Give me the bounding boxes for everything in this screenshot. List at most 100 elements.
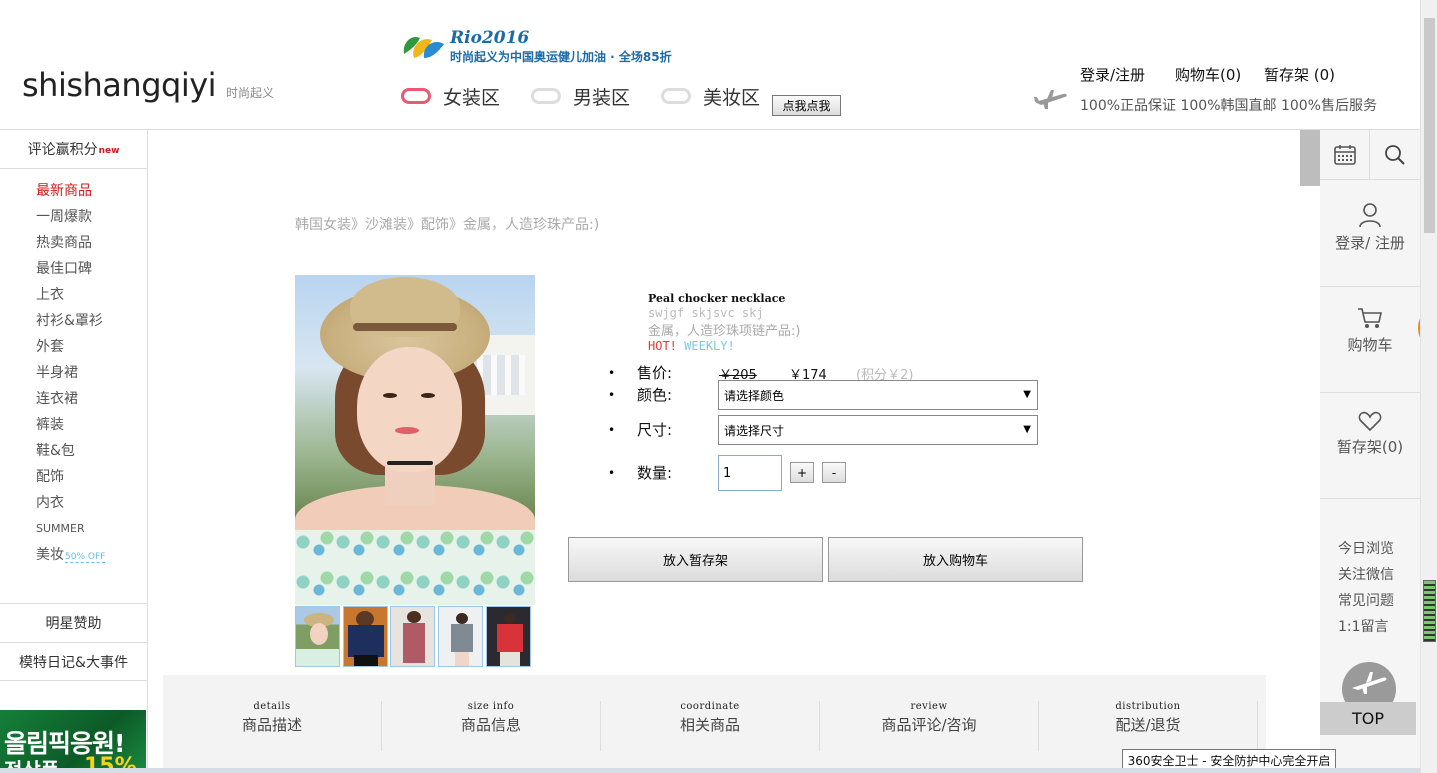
quantity-input[interactable] — [718, 455, 782, 491]
olympic-promo-banner[interactable]: 올림픽응원! 전상품 15% — [0, 710, 146, 773]
tab-zh-label: 商品信息 — [460, 716, 521, 734]
sidebar-item-shoes-bags[interactable]: 鞋&包 — [36, 440, 105, 466]
category-men[interactable]: 男装区 — [531, 84, 631, 109]
pill-icon — [661, 88, 691, 104]
rail-link-message[interactable]: 1:1留言 — [1338, 616, 1394, 642]
site-logo[interactable]: shishangqiyi — [22, 66, 217, 104]
tab-distribution[interactable]: distribution 配送/退货 — [1039, 701, 1258, 751]
cart-link[interactable]: 购物车(0) — [1175, 64, 1241, 85]
tab-en-label: coordinate — [680, 701, 740, 712]
photo-eye — [383, 393, 397, 398]
product-code: swjgf skjsvc skj — [648, 306, 764, 320]
breadcrumb[interactable]: 韩国女装》沙滩装》配饰》金属，人造珍珠产品:) — [295, 214, 599, 234]
product-thumbnail[interactable] — [438, 606, 483, 667]
rail-handle[interactable] — [1300, 130, 1320, 186]
rail-divider — [1320, 498, 1420, 499]
plane-icon — [1034, 90, 1067, 109]
click-me-button[interactable]: 点我点我 — [772, 95, 841, 116]
detail-tabbar: details 商品描述 size info 商品信息 coordinate 相… — [163, 675, 1266, 773]
quantity-minus-button[interactable]: - — [822, 462, 846, 483]
rail-login[interactable]: 登录/ 注册 — [1320, 202, 1420, 253]
dropdown-arrow-icon: ▼ — [1023, 424, 1031, 435]
login-link[interactable]: 登录/注册 — [1080, 64, 1145, 85]
photo-dress — [295, 530, 535, 605]
tab-details[interactable]: details 商品描述 — [163, 701, 382, 751]
photo-hat-band — [353, 323, 457, 331]
product-thumbnail[interactable] — [343, 606, 388, 667]
search-icon — [1385, 144, 1405, 165]
cart-icon — [1358, 308, 1382, 328]
bullet: • — [608, 366, 616, 380]
tab-en-label: distribution — [1115, 701, 1181, 712]
rail-wishlist[interactable]: 暂存架(0) — [1320, 410, 1420, 457]
product-thumbnail[interactable] — [390, 606, 435, 667]
color-label: 颜色: — [637, 386, 673, 404]
olympic-banner[interactable]: Rio2016 时尚起义为中国奥运健儿加油 · 全场85折 — [400, 28, 710, 66]
tab-size-info[interactable]: size info 商品信息 — [382, 701, 601, 751]
product-main-image[interactable] — [295, 275, 535, 605]
size-select-value: 请选择尺寸 — [724, 423, 785, 438]
scroll-thumb[interactable] — [1424, 18, 1435, 233]
taskbar-strip — [0, 768, 1420, 773]
sidebar-item-accessories[interactable]: 配饰 — [36, 466, 105, 492]
tab-coordinate[interactable]: coordinate 相关商品 — [601, 701, 820, 751]
model-diary-link[interactable]: 模特日记&大事件 — [0, 642, 147, 681]
sidebar-item-tops[interactable]: 上衣 — [36, 284, 105, 310]
category-label: 男装区 — [573, 86, 631, 109]
sidebar-item-best[interactable]: 最佳口碑 — [36, 258, 105, 284]
quantity-plus-button[interactable]: + — [790, 462, 814, 483]
pill-icon — [531, 88, 561, 104]
product-thumbnail[interactable] — [486, 606, 531, 667]
page-scrollbar[interactable] — [1420, 0, 1437, 773]
sidebar-item-beauty[interactable]: 美妆50% OFF — [36, 544, 106, 570]
add-to-cart-button[interactable]: 放入购物车 — [828, 537, 1083, 582]
category-label: 美妆区 — [703, 86, 761, 109]
back-to-top-button[interactable]: TOP — [1320, 702, 1416, 735]
sidebar-item-summer[interactable]: SUMMER — [36, 518, 105, 544]
category-beauty[interactable]: 美妆区 — [661, 84, 761, 109]
sidebar-item-pants[interactable]: 裤装 — [36, 414, 105, 440]
photo-lips — [395, 427, 419, 434]
plane-icon — [1352, 672, 1387, 694]
tab-zh-label: 相关商品 — [679, 716, 740, 734]
tab-zh-label: 商品描述 — [241, 716, 302, 734]
sidebar-item-outer[interactable]: 外套 — [36, 336, 105, 362]
product-thumbnail[interactable] — [295, 606, 340, 667]
photo-choker — [387, 461, 433, 465]
size-label: 尺寸: — [637, 421, 673, 439]
category-women[interactable]: 女装区 — [401, 84, 501, 109]
sidebar-item-underwear[interactable]: 内衣 — [36, 492, 105, 518]
wishlist-link[interactable]: 暂存架 (0) — [1264, 64, 1335, 85]
comment-link-label: 评论赢积分 — [27, 142, 98, 158]
product-name: Peal chocker necklace — [648, 292, 786, 305]
bullet: • — [608, 466, 616, 480]
size-select[interactable]: 请选择尺寸 ▼ — [718, 415, 1038, 445]
rail-link-recent[interactable]: 今日浏览 — [1338, 538, 1394, 564]
sidebar-item-weekly[interactable]: 一周爆款 — [36, 206, 105, 232]
rail-link-faq[interactable]: 常见问题 — [1338, 590, 1394, 616]
rail-divider — [1320, 286, 1420, 287]
sidebar-item-hot[interactable]: 热卖商品 — [36, 232, 105, 258]
sidebar-item-dresses[interactable]: 连衣裙 — [36, 388, 105, 414]
heart-icon — [1358, 411, 1382, 432]
search-button[interactable] — [1370, 130, 1420, 180]
sidebar-item-shirts[interactable]: 衬衫&罩衫 — [36, 310, 105, 336]
star-sponsor-link[interactable]: 明星赞助 — [0, 603, 147, 642]
sidebar-item-skirts[interactable]: 半身裙 — [36, 362, 105, 388]
color-select[interactable]: 请选择颜色 ▼ — [718, 380, 1038, 410]
rail-cart[interactable]: 购物车 — [1320, 306, 1420, 355]
add-to-wishlist-button[interactable]: 放入暂存架 — [568, 537, 823, 582]
category-label: 女装区 — [443, 86, 501, 109]
product-tags: HOT! WEEKLY! — [648, 339, 735, 353]
rail-link-wechat[interactable]: 关注微信 — [1338, 564, 1394, 590]
dropdown-arrow-icon: ▼ — [1023, 389, 1031, 400]
comment-points-link[interactable]: 评论赢积分 new — [0, 130, 147, 169]
banner-slogan: 时尚起义为中国奥运健儿加油 · 全场85折 — [450, 50, 672, 64]
sidebar-item-new[interactable]: 最新商品 — [36, 180, 105, 206]
tab-en-label: size info — [467, 701, 515, 712]
new-badge: new — [98, 146, 120, 156]
calendar-button[interactable] — [1320, 130, 1370, 180]
service-guarantee: 100%正品保证 100%韩国直邮 100%售后服务 — [1080, 98, 1377, 114]
olympic-logo-icon — [403, 36, 444, 58]
tab-review[interactable]: review 商品评论/咨询 — [820, 701, 1039, 751]
